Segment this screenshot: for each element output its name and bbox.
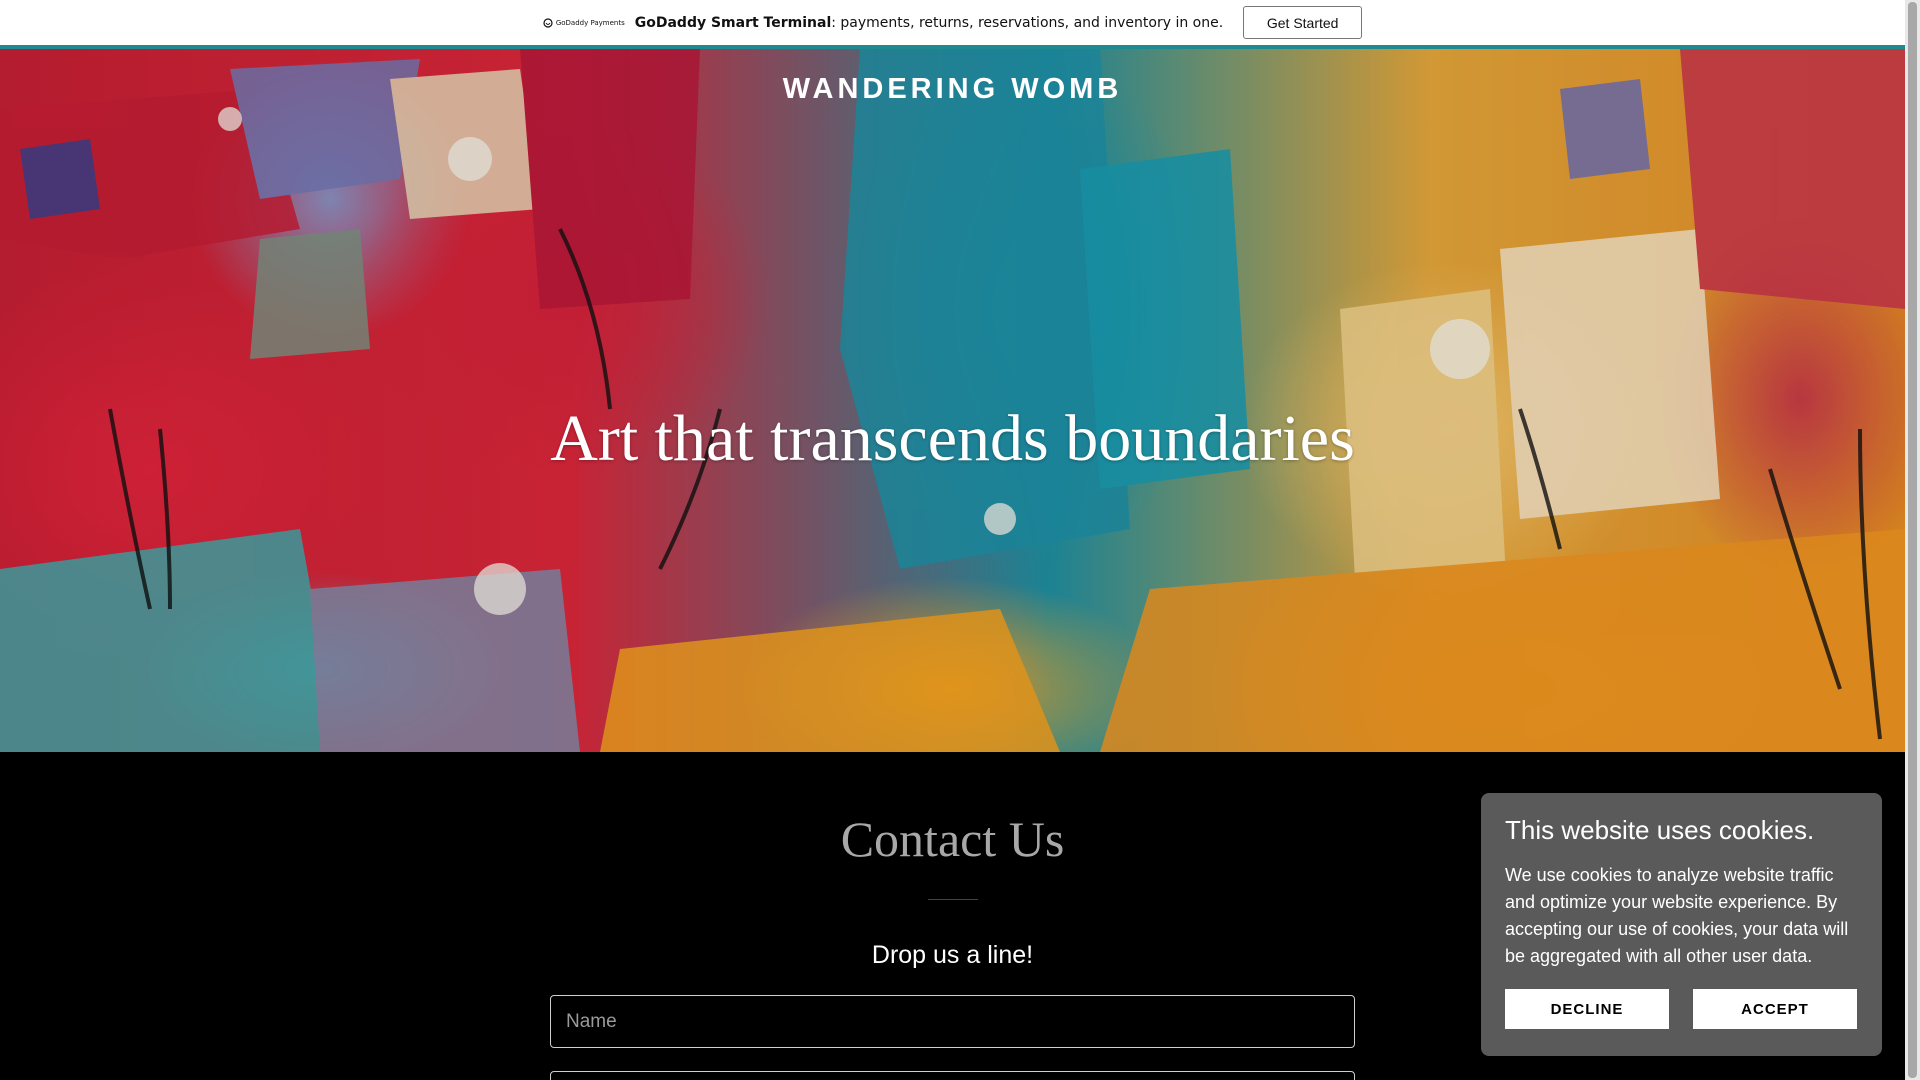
page: GoDaddy Payments GoDaddy Smart Terminal:…: [0, 0, 1920, 1080]
decline-button[interactable]: DECLINE: [1505, 989, 1669, 1029]
cookie-banner: This website uses cookies. We use cookie…: [1481, 793, 1882, 1056]
site-title[interactable]: WANDERING WOMB: [0, 73, 1905, 106]
godaddy-logo-icon: [543, 17, 553, 28]
promo-logo-text: GoDaddy Payments: [555, 18, 625, 27]
name-field[interactable]: [550, 995, 1355, 1048]
email-field[interactable]: [550, 1071, 1355, 1080]
accept-button[interactable]: ACCEPT: [1693, 989, 1857, 1029]
cookie-text: We use cookies to analyze website traffi…: [1505, 865, 1849, 967]
godaddy-payments-logo: GoDaddy Payments: [543, 17, 625, 28]
promo-brand: GoDaddy Smart Terminal: [634, 14, 832, 31]
cookie-title: This website uses cookies.: [1505, 815, 1815, 845]
get-started-button[interactable]: Get Started: [1243, 6, 1363, 39]
promo-message-text: : payments, returns, reservations, and i…: [831, 14, 1224, 31]
promo-bar: GoDaddy Payments GoDaddy Smart Terminal:…: [0, 0, 1905, 49]
cookie-buttons: DECLINE ACCEPT: [1505, 989, 1857, 1029]
name-input[interactable]: [566, 1010, 1339, 1033]
scrollbar-thumb[interactable]: [1908, 2, 1917, 1078]
hero-section: WANDERING WOMB Art that transcends bound…: [0, 49, 1905, 752]
hero-tagline: Art that transcends boundaries: [550, 402, 1355, 475]
heading-divider: [928, 899, 978, 900]
promo-message: GoDaddy Smart Terminal: payments, return…: [635, 15, 1223, 31]
scrollbar[interactable]: [1905, 0, 1920, 1080]
